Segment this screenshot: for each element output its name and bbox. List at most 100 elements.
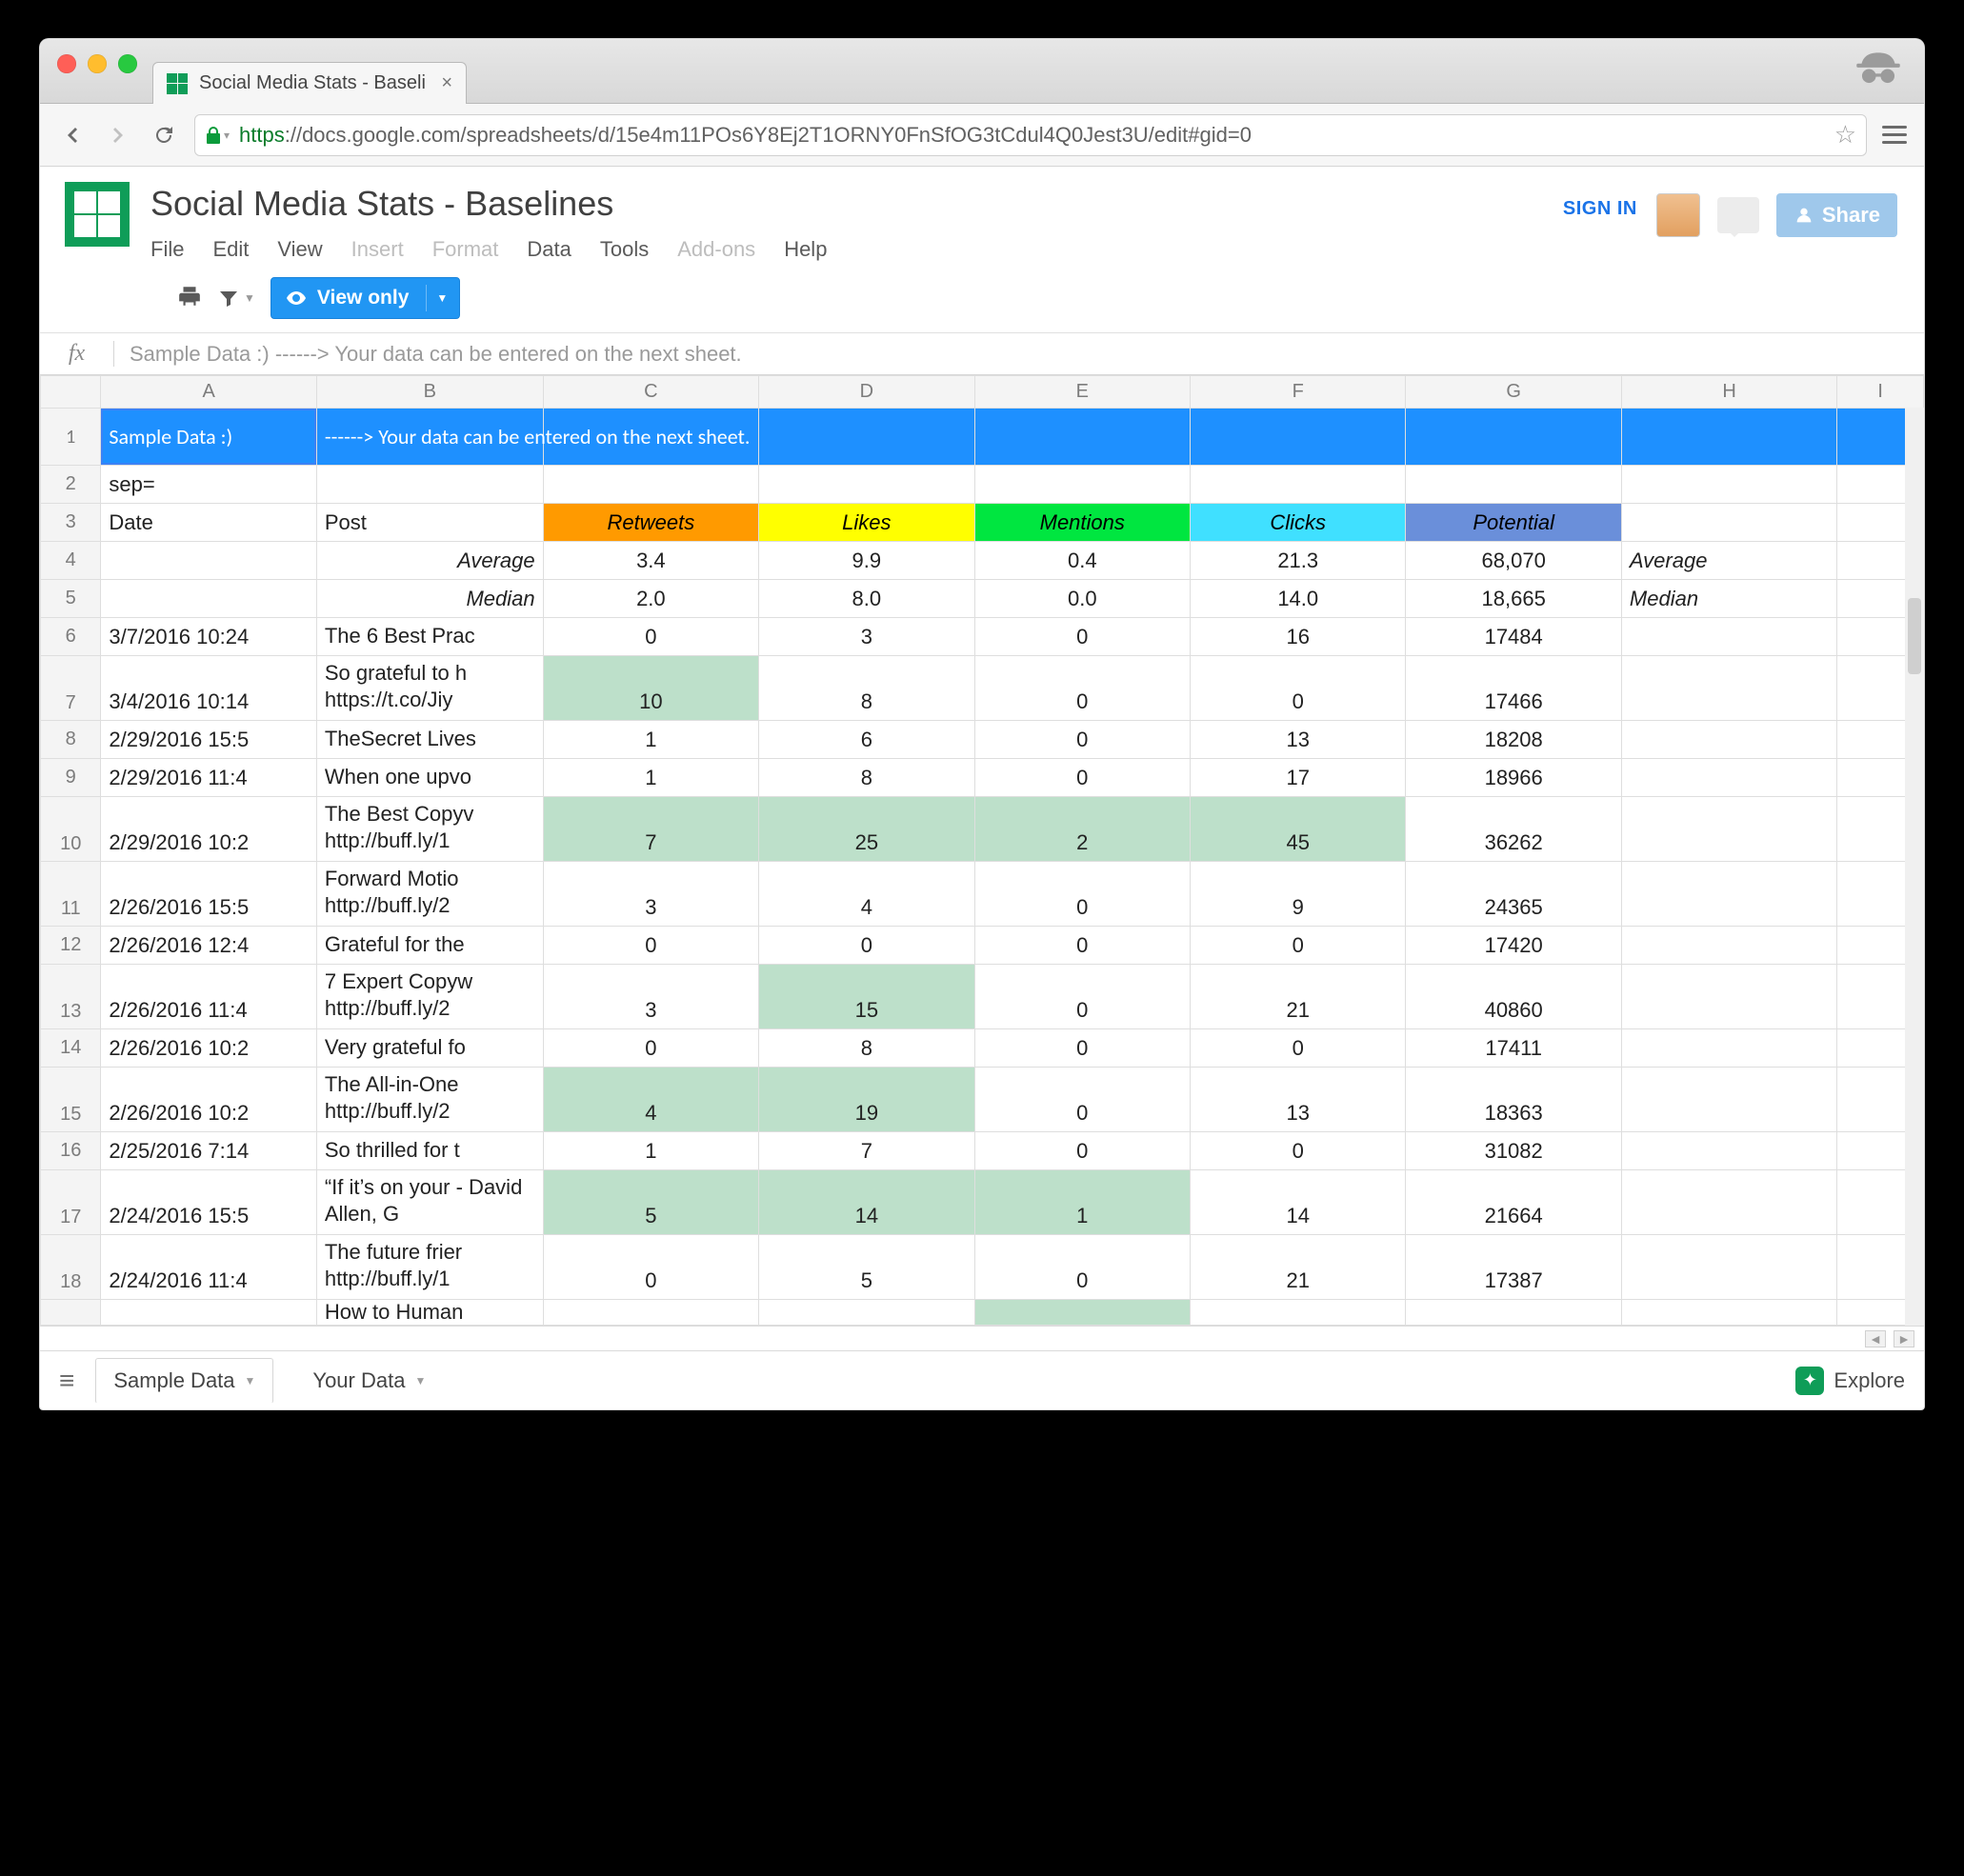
cell[interactable]: 2/24/2016 15:5: [101, 1170, 316, 1235]
row-header[interactable]: 4: [41, 542, 101, 580]
row-header[interactable]: 9: [41, 759, 101, 797]
menu-help[interactable]: Help: [784, 237, 827, 262]
cell[interactable]: 7 Expert Copyw http://buff.ly/2: [316, 965, 543, 1029]
cell[interactable]: 25: [759, 797, 974, 862]
cell[interactable]: 7: [759, 1132, 974, 1170]
cell[interactable]: 8: [759, 656, 974, 721]
share-button[interactable]: Share: [1776, 193, 1897, 237]
cell[interactable]: 21: [1191, 1235, 1406, 1300]
cell[interactable]: 14: [1191, 1170, 1406, 1235]
bookmark-star-icon[interactable]: ☆: [1834, 120, 1856, 150]
sign-in-link[interactable]: SIGN IN: [1563, 198, 1637, 220]
cell[interactable]: Median: [316, 580, 543, 618]
cell[interactable]: 3: [543, 965, 758, 1029]
cell[interactable]: [1621, 1170, 1836, 1235]
close-tab-button[interactable]: ×: [441, 72, 452, 94]
cell[interactable]: 17387: [1406, 1235, 1621, 1300]
cell[interactable]: 18363: [1406, 1068, 1621, 1132]
cell[interactable]: [1621, 409, 1836, 466]
cell[interactable]: 3/7/2016 10:24: [101, 618, 316, 656]
cell[interactable]: 16: [1191, 618, 1406, 656]
cell[interactable]: 2/26/2016 12:4: [101, 927, 316, 965]
reload-button[interactable]: [149, 120, 179, 150]
cell[interactable]: 8: [759, 1029, 974, 1068]
col-header-G[interactable]: G: [1406, 376, 1621, 409]
cell[interactable]: [543, 1300, 758, 1326]
cell[interactable]: 10: [543, 656, 758, 721]
cell[interactable]: 3.4: [543, 542, 758, 580]
cell[interactable]: [316, 466, 543, 504]
cell[interactable]: 0: [543, 927, 758, 965]
cell[interactable]: [974, 466, 1190, 504]
cell[interactable]: 31082: [1406, 1132, 1621, 1170]
cell[interactable]: [1406, 1300, 1621, 1326]
cell[interactable]: ------> Your data can be entered on the …: [316, 409, 543, 466]
formula-input[interactable]: Sample Data :) ------> Your data can be …: [114, 342, 1924, 367]
cell[interactable]: 9: [1191, 862, 1406, 927]
cell[interactable]: [1406, 409, 1621, 466]
cell[interactable]: 17: [1191, 759, 1406, 797]
cell[interactable]: Retweets: [543, 504, 758, 542]
row-header[interactable]: 8: [41, 721, 101, 759]
cell[interactable]: [1621, 1068, 1836, 1132]
cell[interactable]: 1: [543, 721, 758, 759]
row-header[interactable]: 7: [41, 656, 101, 721]
cell[interactable]: 19: [759, 1068, 974, 1132]
row-header[interactable]: 1: [41, 409, 101, 466]
row-header[interactable]: 14: [41, 1029, 101, 1068]
cell[interactable]: Sample Data :): [101, 409, 316, 466]
cell[interactable]: Mentions: [974, 504, 1190, 542]
close-window-button[interactable]: [57, 54, 76, 73]
cell[interactable]: 0: [974, 618, 1190, 656]
col-header-E[interactable]: E: [974, 376, 1190, 409]
row-header[interactable]: [41, 1300, 101, 1326]
cell[interactable]: 4: [543, 1068, 758, 1132]
cell[interactable]: The Best Copyv http://buff.ly/1: [316, 797, 543, 862]
cell[interactable]: When one upvo: [316, 759, 543, 797]
spreadsheet-grid[interactable]: A B C D E F G H I 1Sample Data :)------>…: [40, 375, 1924, 1326]
browser-tab[interactable]: Social Media Stats - Baseli ×: [152, 62, 467, 104]
scroll-right-button[interactable]: ►: [1894, 1330, 1914, 1347]
cell[interactable]: 14: [759, 1170, 974, 1235]
row-header[interactable]: 2: [41, 466, 101, 504]
cell[interactable]: 6: [759, 721, 974, 759]
cell[interactable]: 2/29/2016 11:4: [101, 759, 316, 797]
select-all-cell[interactable]: [41, 376, 101, 409]
cell[interactable]: [1621, 1132, 1836, 1170]
horizontal-scrollbar[interactable]: ◄ ►: [40, 1326, 1924, 1350]
cell[interactable]: Forward Motio http://buff.ly/2: [316, 862, 543, 927]
minimize-window-button[interactable]: [88, 54, 107, 73]
cell[interactable]: “If it’s on your - David Allen, G: [316, 1170, 543, 1235]
cell[interactable]: 5: [759, 1235, 974, 1300]
cell[interactable]: 2/26/2016 11:4: [101, 965, 316, 1029]
cell[interactable]: 13: [1191, 1068, 1406, 1132]
col-header-I[interactable]: I: [1837, 376, 1924, 409]
cell[interactable]: [1621, 504, 1836, 542]
row-header[interactable]: 6: [41, 618, 101, 656]
cell[interactable]: Post: [316, 504, 543, 542]
cell[interactable]: 0.4: [974, 542, 1190, 580]
cell[interactable]: 17466: [1406, 656, 1621, 721]
cell[interactable]: 0: [1191, 927, 1406, 965]
maximize-window-button[interactable]: [118, 54, 137, 73]
cell[interactable]: 36262: [1406, 797, 1621, 862]
row-header[interactable]: 15: [41, 1068, 101, 1132]
cell[interactable]: 0: [543, 1235, 758, 1300]
row-header[interactable]: 13: [41, 965, 101, 1029]
cell[interactable]: 2/26/2016 15:5: [101, 862, 316, 927]
cell[interactable]: [759, 1300, 974, 1326]
cell[interactable]: Median: [1621, 580, 1836, 618]
cell[interactable]: The future frier http://buff.ly/1: [316, 1235, 543, 1300]
cell[interactable]: 2.0: [543, 580, 758, 618]
cell[interactable]: 17411: [1406, 1029, 1621, 1068]
cell[interactable]: [1621, 1029, 1836, 1068]
cell[interactable]: 2/25/2016 7:14: [101, 1132, 316, 1170]
cell[interactable]: 3/4/2016 10:14: [101, 656, 316, 721]
row-header[interactable]: 5: [41, 580, 101, 618]
cell[interactable]: 0: [974, 759, 1190, 797]
cell[interactable]: 18208: [1406, 721, 1621, 759]
menu-file[interactable]: File: [150, 237, 184, 262]
cell[interactable]: 2/26/2016 10:2: [101, 1068, 316, 1132]
cell[interactable]: [1621, 466, 1836, 504]
scroll-left-button[interactable]: ◄: [1865, 1330, 1886, 1347]
